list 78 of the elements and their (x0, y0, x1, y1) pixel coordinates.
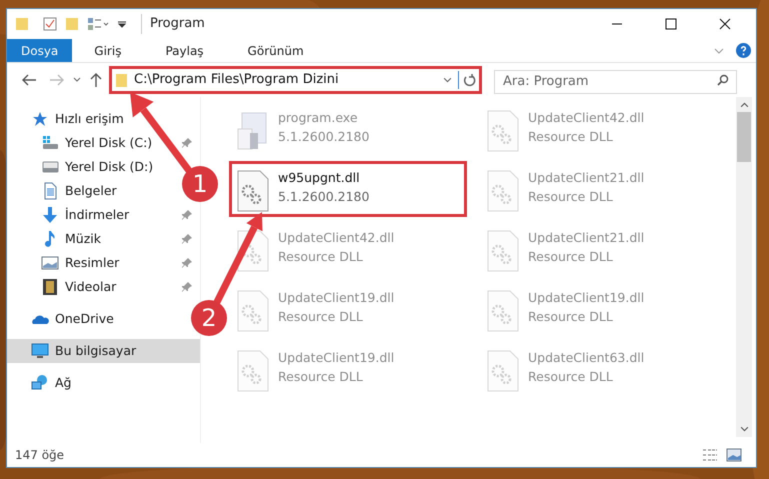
nav-item[interactable]: Bu bilgisayar (7, 339, 200, 363)
file-name: UpdateClient19.dll (278, 289, 394, 307)
nav-item[interactable]: Videolar (7, 275, 200, 299)
nav-item[interactable]: Hızlı erişim (7, 107, 132, 131)
back-arrow-icon[interactable] (21, 73, 37, 87)
pin-icon[interactable] (182, 258, 192, 268)
file-name: UpdateClient19.dll (278, 349, 394, 367)
nav-item[interactable]: Resimler (7, 251, 200, 275)
file-detail: Resource DLL (528, 128, 614, 146)
file-detail: 5.1.2600.2180 (278, 188, 370, 206)
details-view-icon[interactable] (702, 448, 718, 462)
chevron-down-icon[interactable] (73, 76, 81, 84)
help-icon[interactable] (736, 43, 751, 58)
scroll-thumb[interactable] (737, 112, 751, 162)
gear-file-icon (486, 229, 520, 273)
scroll-down-icon[interactable] (740, 425, 748, 434)
file-name: UpdateClient19.dll (528, 289, 644, 307)
gear-file-icon (236, 169, 270, 213)
scroll-up-icon[interactable] (740, 100, 748, 109)
gear-file-icon (236, 349, 270, 393)
gear-file-icon (236, 229, 270, 273)
refresh-icon[interactable] (458, 71, 476, 89)
gear-file-icon (236, 289, 270, 333)
large-icons-view-icon[interactable] (726, 448, 742, 462)
file-detail: Resource DLL (528, 368, 614, 386)
gear-file-icon (486, 349, 520, 393)
drive-icon (41, 134, 59, 152)
nav-item[interactable]: Yerel Disk (C:) (7, 131, 200, 155)
nav-item[interactable]: İndirmeler (7, 203, 200, 227)
chevron-down-icon[interactable] (443, 76, 452, 84)
file-detail: Resource DLL (528, 188, 614, 206)
film-icon (41, 278, 59, 296)
ribbon-tab[interactable]: Görünüm (226, 39, 326, 62)
pin-icon[interactable] (182, 138, 192, 148)
pin-icon[interactable] (182, 234, 192, 244)
file-detail: Resource DLL (278, 368, 364, 386)
gear-file-icon (486, 109, 520, 153)
gear-file-icon (486, 289, 520, 333)
picture-icon (41, 254, 59, 272)
nav-item[interactable]: Müzik (7, 227, 200, 251)
folder-icon (115, 72, 128, 88)
file-name: UpdateClient63.dll (528, 349, 644, 367)
file-name: UpdateClient21.dll (528, 169, 644, 187)
view-icon[interactable] (87, 17, 109, 31)
nav-item[interactable]: Yerel Disk (D:) (7, 155, 162, 179)
up-arrow-icon[interactable] (89, 72, 103, 88)
download-arrow-icon (41, 206, 59, 224)
window-title: Program (141, 14, 205, 34)
ribbon-tab[interactable]: Paylaş (143, 39, 226, 62)
properties-icon[interactable] (43, 17, 57, 31)
file-name: UpdateClient42.dll (528, 109, 644, 127)
file-name: UpdateClient21.dll (528, 229, 644, 247)
item-count: 147 öğe (15, 447, 64, 464)
address-field[interactable]: C:\Program Files\Program Dizini (109, 66, 482, 94)
customize-caret-icon[interactable] (117, 19, 127, 29)
search-field[interactable]: Ara: Program (494, 70, 737, 94)
nav-item[interactable]: OneDrive (7, 307, 122, 331)
file-name: UpdateClient42.dll (278, 229, 394, 247)
nav-item[interactable]: Ağ (7, 371, 80, 395)
pin-icon[interactable] (182, 210, 192, 220)
file-detail: Resource DLL (278, 308, 364, 326)
pin-icon[interactable] (182, 282, 192, 292)
scrollbar[interactable] (736, 97, 752, 437)
nav-item[interactable]: Belgeler (7, 179, 125, 203)
gear-file-icon (486, 169, 520, 213)
file-name: w95upgnt.dll (278, 169, 361, 187)
file-item[interactable]: w95upgnt.dll 5.1.2600.2180 (229, 161, 467, 217)
search-icon[interactable] (717, 74, 729, 86)
file-detail: Resource DLL (528, 308, 614, 326)
file-detail: Resource DLL (278, 248, 364, 266)
chevron-down-icon[interactable] (714, 46, 724, 56)
network-icon (31, 374, 49, 392)
file-detail: Resource DLL (528, 248, 614, 266)
star-icon (31, 110, 49, 128)
ribbon-tab[interactable]: Giriş (72, 39, 144, 62)
file-name: program.exe (278, 109, 359, 127)
file-detail: 5.1.2600.2180 (278, 128, 370, 146)
monitor-icon (31, 342, 49, 360)
